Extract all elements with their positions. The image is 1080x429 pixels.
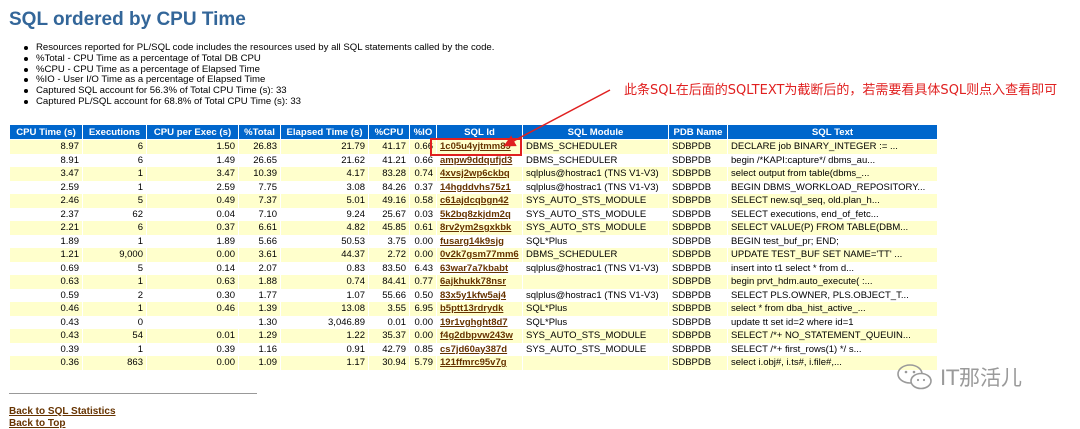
- annotation-arrow: [503, 89, 611, 147]
- back-to-top-link[interactable]: Back to Top: [9, 418, 65, 429]
- divider: [9, 393, 257, 394]
- watermark: IT那活儿: [896, 362, 1022, 392]
- wechat-icon: [897, 364, 932, 390]
- back-to-sql-statistics-link[interactable]: Back to SQL Statistics: [9, 406, 116, 417]
- annotation-text: 此条SQL在后面的SQLTEXT为截断后的，若需要看具体SQL则点入查看即可: [624, 83, 1058, 98]
- watermark-text: IT那活儿: [940, 366, 1023, 390]
